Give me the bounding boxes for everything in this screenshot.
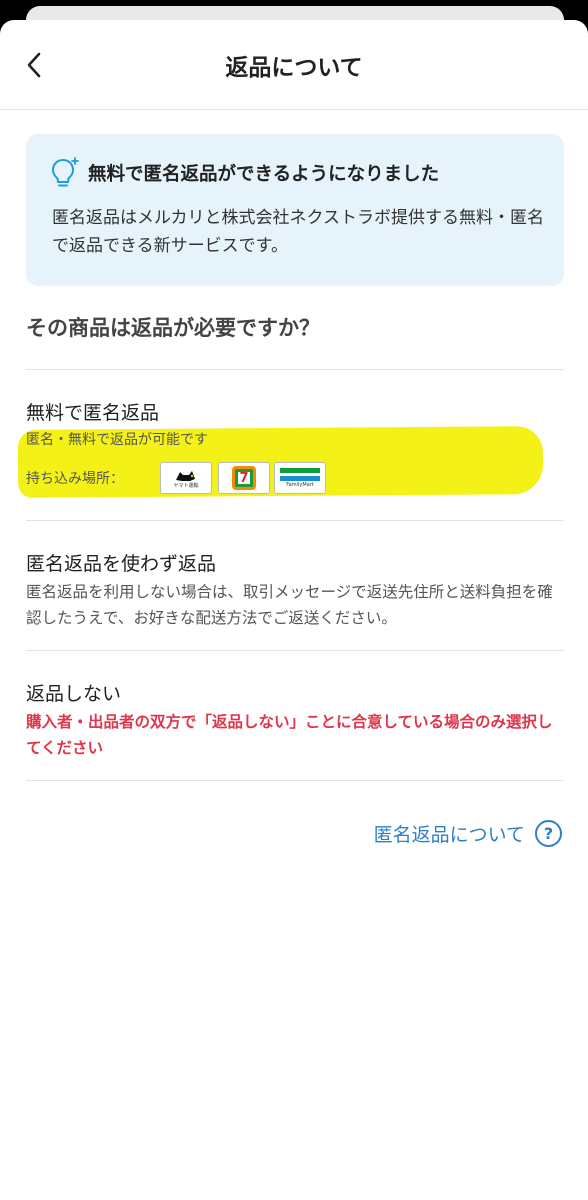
info-banner: 無料で匿名返品ができるようになりました 匿名返品はメルカリと株式会社ネクストラボ… [26, 134, 564, 286]
option-title: 無料で匿名返品 [26, 402, 160, 424]
familymart-logo: FamilyMart [274, 462, 326, 494]
seven-eleven-logo: 7 [218, 462, 270, 494]
info-title: 無料で匿名返品ができるようになりました [88, 164, 440, 185]
info-body: 匿名返品はメルカリと株式会社ネクストラボ提供する無料・匿名で返品できる新サービス… [52, 208, 544, 256]
option-no-return[interactable]: 返品しない 購入者・出品者の双方で「返品しない」ことに合意している場合のみ選択し… [0, 651, 588, 781]
bottom-sheet: 返品について 無料で匿名返品ができるようになりました 匿名返品はメルカリと株式会… [0, 20, 588, 1200]
option-return-without-anonymous[interactable]: 匿名返品を使わず返品 匿名返品を利用しない場合は、取引メッセージで返送先住所と送… [0, 521, 588, 651]
lightbulb-icon [51, 157, 79, 187]
yamato-caption: ヤマト運輸 [173, 483, 199, 489]
divider [26, 780, 564, 781]
option-desc: 匿名返品を利用しない場合は、取引メッセージで返送先住所と送料負担を確認したうえで… [26, 583, 553, 627]
help-link-label: 匿名返品について [373, 824, 525, 846]
dropoff-label: 持ち込み場所： [26, 471, 124, 487]
yamato-logo: ヤマト運輸 [160, 462, 212, 494]
option-title: 匿名返品を使わず返品 [26, 553, 217, 575]
page-title: 返品について [225, 55, 363, 81]
question-icon: ? [535, 820, 562, 847]
option-desc: 匿名・無料で返品が可能です [26, 432, 208, 448]
question-heading: その商品は返品が必要ですか？ [26, 316, 320, 340]
anonymous-return-help-link[interactable]: 匿名返品について ? [374, 820, 562, 847]
option-title: 返品しない [26, 683, 122, 705]
header: 返品について [0, 20, 588, 110]
seven-glyph: 7 [239, 470, 249, 486]
option-warning: 購入者・出品者の双方で「返品しない」ことに合意している場合のみ選択してください [26, 713, 553, 757]
familymart-caption: FamilyMart [286, 482, 314, 488]
cat-icon [176, 471, 195, 481]
